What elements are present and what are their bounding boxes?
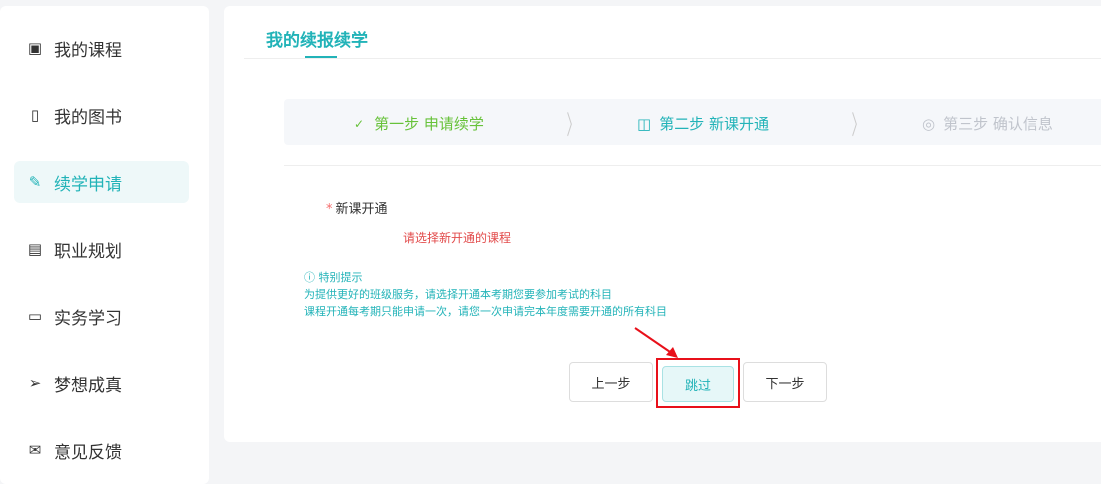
steps-bar: ✓ 第一步 申请续学 〉 ◫ 第二步 新课开通 〉 ◎ 第三步 确认信息 (284, 99, 1101, 145)
sidebar-item-practice[interactable]: ▭ 实务学习 (14, 295, 189, 337)
required-mark: * (326, 202, 333, 217)
tip-line: 为提供更好的班级服务，请选择开通本考期您要参加考试的科目 (304, 288, 612, 301)
tip-line: 课程开通每考期只能申请一次，请您一次申请完本年度需要开通的所有科目 (304, 305, 667, 318)
main-panel: 我的续报续学 ✓ 第一步 申请续学 〉 ◫ 第二步 新课开通 〉 ◎ 第三步 确认信息… (224, 6, 1101, 442)
step-label: 第二步 新课开通 (659, 115, 769, 133)
mail-icon: ✉ (28, 441, 42, 459)
book-icon: ▯ (30, 106, 40, 124)
chevron-right-icon: 〉 (566, 111, 580, 141)
chevron-right-icon: 〉 (851, 111, 865, 141)
page-title: 我的续报续学 (266, 31, 368, 51)
step-2: ◫ 第二步 新课开通 (637, 113, 769, 134)
sidebar-item-label: 职业规划 (54, 241, 122, 262)
sidebar-item-label: 梦想成真 (54, 375, 122, 396)
step-label: 第三步 确认信息 (943, 115, 1053, 133)
error-message: 请选择新开通的课程 (403, 231, 512, 245)
highlight-box (656, 358, 740, 408)
edit-icon: ✎ (28, 173, 42, 191)
sidebar: ▣ 我的课程 ▯ 我的图书 ✎ 续学申请 ▤ 职业规划 ▭ 实务学习 ➢ 梦想成真 ✉ 意见反… (0, 6, 209, 484)
sidebar-item-renewal[interactable]: ✎ 续学申请 (14, 161, 189, 203)
sidebar-item-label: 实务学习 (54, 308, 122, 329)
arrow-annotation-icon (634, 327, 678, 358)
eye-icon: ◎ (922, 114, 936, 133)
divider (284, 165, 1101, 166)
step-label: 第一步 申请续学 (374, 115, 484, 133)
badge-icon: ▤ (27, 240, 43, 258)
sidebar-item-my-courses[interactable]: ▣ 我的课程 (14, 27, 189, 69)
sidebar-item-dreams[interactable]: ➢ 梦想成真 (14, 362, 189, 404)
sidebar-item-label: 我的课程 (54, 40, 122, 61)
next-button[interactable]: 下一步 (743, 362, 827, 402)
step-3: ◎ 第三步 确认信息 (922, 113, 1053, 134)
prev-button[interactable]: 上一步 (569, 362, 653, 402)
monitor-icon: ▭ (27, 307, 43, 325)
book-open-icon: ◫ (637, 114, 652, 133)
sidebar-item-label: 续学申请 (54, 174, 122, 195)
tips-title: 特别提示 (318, 271, 363, 284)
sidebar-item-label: 意见反馈 (54, 442, 122, 463)
field-label: * 新课开通 (326, 198, 388, 217)
divider (244, 58, 1101, 59)
step-1: ✓ 第一步 申请续学 (354, 113, 484, 134)
course-icon: ▣ (27, 39, 43, 57)
tips: ⓘ 特别提示 为提供更好的班级服务，请选择开通本考期您要参加考试的科目 课程开通… (304, 269, 667, 320)
paper-plane-icon: ➢ (28, 374, 42, 392)
sidebar-item-my-books[interactable]: ▯ 我的图书 (14, 94, 189, 136)
sidebar-item-feedback[interactable]: ✉ 意见反馈 (14, 429, 189, 471)
info-icon: ⓘ (304, 271, 319, 284)
field-label-text: 新课开通 (335, 202, 388, 217)
title-underline (305, 56, 337, 58)
sidebar-item-label: 我的图书 (54, 107, 122, 128)
check-icon: ✓ (354, 116, 365, 131)
sidebar-item-career[interactable]: ▤ 职业规划 (14, 228, 189, 270)
